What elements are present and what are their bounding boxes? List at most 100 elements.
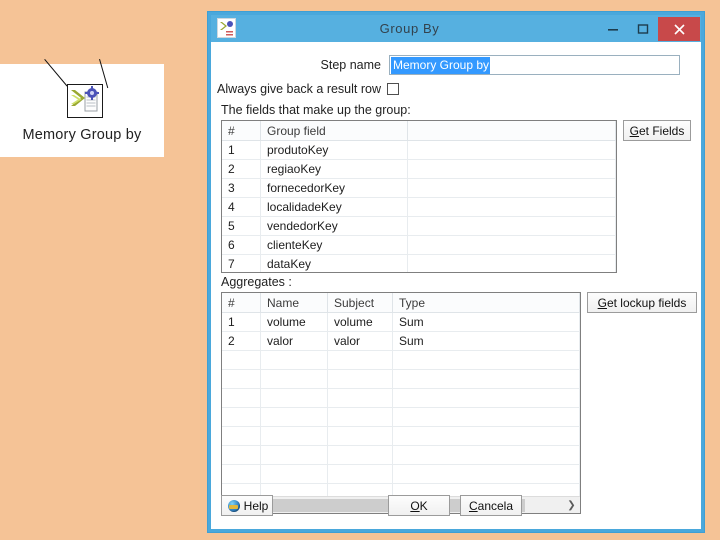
dialog-titlebar[interactable]: Group By xyxy=(211,15,701,42)
table-cell[interactable] xyxy=(407,197,616,217)
table-row[interactable]: 2 regiaoKey xyxy=(222,159,616,179)
minimize-icon[interactable] xyxy=(598,15,628,42)
table-row[interactable]: 5 vendedorKey xyxy=(222,216,616,236)
table-empty-row[interactable] xyxy=(222,407,580,427)
table-empty-row[interactable] xyxy=(222,445,580,465)
table-cell[interactable] xyxy=(222,426,261,446)
table-cell[interactable] xyxy=(392,388,580,408)
cancel-button[interactable]: Cancela xyxy=(460,495,522,516)
sigma-group-by-icon xyxy=(67,84,103,118)
table-cell[interactable] xyxy=(327,388,393,408)
table-row[interactable]: 1 volume volume Sum xyxy=(222,312,580,332)
table-cell[interactable]: fornecedorKey xyxy=(260,178,408,198)
always-result-row-label: Always give back a result row xyxy=(217,82,381,96)
table-cell[interactable]: valor xyxy=(260,331,328,351)
table-cell[interactable] xyxy=(222,464,261,484)
table-row[interactable]: 3 fornecedorKey xyxy=(222,178,616,198)
table-cell[interactable] xyxy=(407,159,616,179)
column-header-blank[interactable] xyxy=(407,121,616,141)
table-cell[interactable]: volume xyxy=(327,312,393,332)
table-cell[interactable]: localidadeKey xyxy=(260,197,408,217)
column-header-num[interactable]: # xyxy=(222,121,261,141)
help-label: Help xyxy=(243,498,269,513)
step-name-value: Memory Group by xyxy=(391,56,491,74)
table-cell[interactable] xyxy=(260,464,328,484)
ok-button[interactable]: OK xyxy=(388,495,450,516)
close-icon[interactable] xyxy=(658,17,700,41)
table-cell[interactable] xyxy=(222,445,261,465)
table-cell[interactable] xyxy=(260,445,328,465)
aggregates-table[interactable]: # Name Subject Type 1 volume volume Sum 2 val… xyxy=(221,292,581,514)
column-header-name[interactable]: Name xyxy=(260,293,328,313)
table-cell[interactable] xyxy=(222,407,261,427)
table-empty-row[interactable] xyxy=(222,388,580,408)
get-fields-label: et Fields xyxy=(638,123,685,138)
row-index-cell[interactable]: 6 xyxy=(222,235,261,255)
table-cell[interactable] xyxy=(407,216,616,236)
table-cell[interactable] xyxy=(392,350,580,370)
table-cell[interactable]: vendedorKey xyxy=(260,216,408,236)
table-cell[interactable]: regiaoKey xyxy=(260,159,408,179)
get-lookup-label: et lockup fields xyxy=(606,295,687,310)
table-cell[interactable] xyxy=(407,178,616,198)
table-cell[interactable] xyxy=(392,407,580,427)
table-cell[interactable] xyxy=(260,426,328,446)
table-cell[interactable]: dataKey xyxy=(260,254,408,272)
table-cell[interactable] xyxy=(260,407,328,427)
table-cell[interactable] xyxy=(260,369,328,389)
get-fields-button[interactable]: Get Fields xyxy=(623,120,691,141)
table-cell[interactable] xyxy=(222,388,261,408)
table-empty-row[interactable] xyxy=(222,426,580,446)
always-result-row-checkbox[interactable] xyxy=(387,83,399,95)
row-index-cell[interactable]: 2 xyxy=(222,331,261,351)
table-empty-row[interactable] xyxy=(222,464,580,484)
table-cell[interactable] xyxy=(260,388,328,408)
row-index-cell[interactable]: 1 xyxy=(222,312,261,332)
table-cell[interactable] xyxy=(327,445,393,465)
table-cell[interactable] xyxy=(392,445,580,465)
table-cell[interactable] xyxy=(260,350,328,370)
table-row[interactable]: 2 valor valor Sum xyxy=(222,331,580,351)
table-row[interactable]: 7 dataKey xyxy=(222,254,616,272)
help-button[interactable]: Help xyxy=(221,495,273,516)
table-row[interactable]: 4 localidadeKey xyxy=(222,197,616,217)
table-cell[interactable] xyxy=(392,426,580,446)
row-index-cell[interactable]: 2 xyxy=(222,159,261,179)
dialog-footer: Help OK Cancela xyxy=(211,487,701,529)
row-index-cell[interactable]: 1 xyxy=(222,140,261,160)
column-header-subject[interactable]: Subject xyxy=(327,293,393,313)
table-cell[interactable] xyxy=(392,369,580,389)
table-cell[interactable]: Sum xyxy=(392,312,580,332)
row-index-cell[interactable]: 4 xyxy=(222,197,261,217)
get-lookup-fields-button[interactable]: Get lockup fields xyxy=(587,292,697,313)
table-row[interactable]: 1 produtoKey xyxy=(222,140,616,160)
table-cell[interactable] xyxy=(407,254,616,272)
row-index-cell[interactable]: 5 xyxy=(222,216,261,236)
table-cell[interactable]: clienteKey xyxy=(260,235,408,255)
table-cell[interactable] xyxy=(407,140,616,160)
table-cell[interactable]: volume xyxy=(260,312,328,332)
table-cell[interactable] xyxy=(327,407,393,427)
row-index-cell[interactable]: 3 xyxy=(222,178,261,198)
table-cell[interactable]: valor xyxy=(327,331,393,351)
table-cell[interactable] xyxy=(392,464,580,484)
table-cell[interactable] xyxy=(327,426,393,446)
table-cell[interactable]: Sum xyxy=(392,331,580,351)
step-name-input[interactable]: Memory Group by xyxy=(389,55,680,75)
column-header-num[interactable]: # xyxy=(222,293,261,313)
table-cell[interactable] xyxy=(222,350,261,370)
table-cell[interactable] xyxy=(327,350,393,370)
group-fields-table[interactable]: # Group field 1 produtoKey 2 regiaoKey 3 forn… xyxy=(221,120,617,273)
maximize-icon[interactable] xyxy=(628,15,658,42)
column-header-group-field[interactable]: Group field xyxy=(260,121,408,141)
table-empty-row[interactable] xyxy=(222,350,580,370)
table-cell[interactable]: produtoKey xyxy=(260,140,408,160)
table-cell[interactable] xyxy=(407,235,616,255)
table-row[interactable]: 6 clienteKey xyxy=(222,235,616,255)
table-cell[interactable] xyxy=(327,369,393,389)
table-cell[interactable] xyxy=(327,464,393,484)
table-cell[interactable] xyxy=(222,369,261,389)
column-header-type[interactable]: Type xyxy=(392,293,580,313)
row-index-cell[interactable]: 7 xyxy=(222,254,261,272)
table-empty-row[interactable] xyxy=(222,369,580,389)
